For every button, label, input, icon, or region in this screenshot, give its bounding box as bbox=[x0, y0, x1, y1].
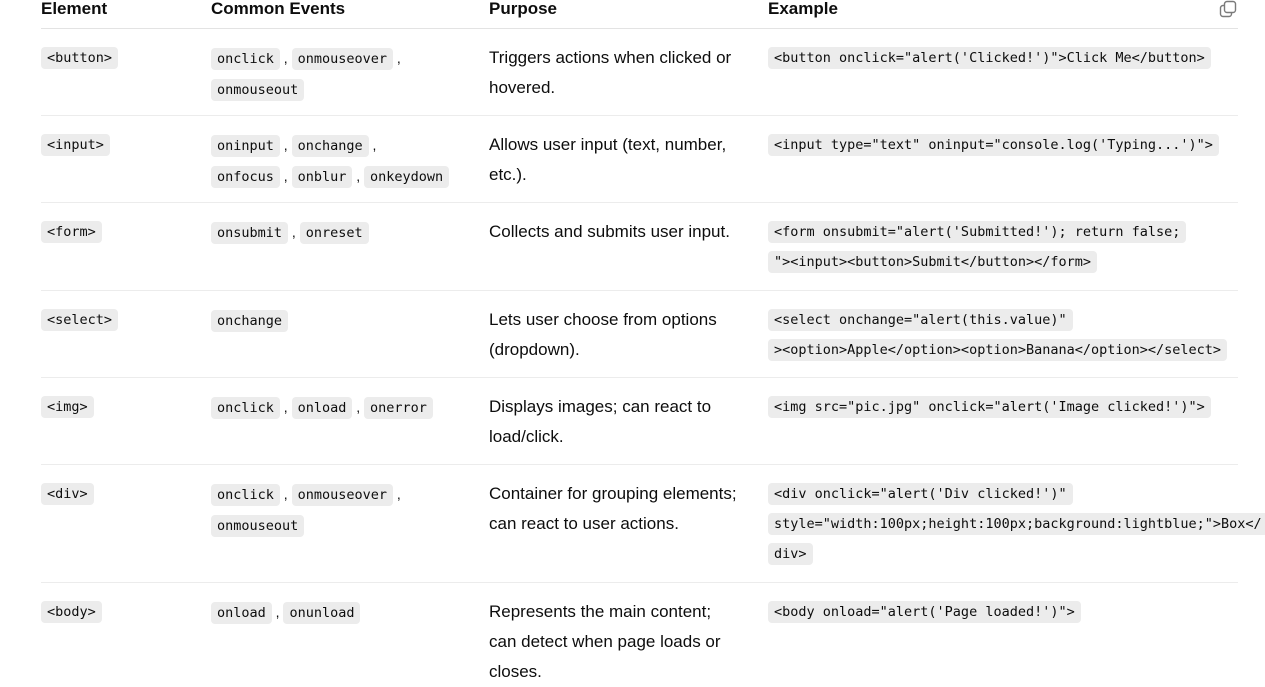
event-name: onmouseout bbox=[211, 515, 305, 537]
purpose-text: Allows user input (text, number, etc.). bbox=[489, 135, 727, 184]
event-name: onfocus bbox=[211, 166, 280, 188]
example-code: <div onclick="alert('Div clicked!')" sty… bbox=[768, 479, 1265, 569]
copy-icon[interactable] bbox=[1218, 0, 1238, 19]
table-header: Element Common Events Purpose Example bbox=[41, 0, 1238, 29]
header-example: Example bbox=[768, 0, 838, 18]
events-cell: onload , onunload bbox=[211, 597, 461, 628]
element-tag: <body> bbox=[41, 601, 102, 623]
event-table: Element Common Events Purpose Example <b… bbox=[41, 0, 1265, 684]
example-code: <input type="text" oninput="console.log(… bbox=[768, 130, 1238, 160]
event-name: onerror bbox=[364, 397, 433, 419]
event-name: onkeydown bbox=[364, 166, 450, 188]
events-cell: onchange bbox=[211, 305, 461, 336]
element-cell: <form> bbox=[41, 217, 102, 247]
example-code: <select onchange="alert(this.value)" ><op… bbox=[768, 305, 1238, 365]
table-row: <button> onclick , onmouseover , onmouseo… bbox=[41, 29, 1238, 116]
events-cell: oninput , onchange , onfocus , onblur , … bbox=[211, 130, 461, 192]
element-cell: <button> bbox=[41, 43, 119, 73]
event-name: onmouseover bbox=[291, 484, 393, 506]
element-tag: <img> bbox=[41, 396, 94, 418]
event-name: onsubmit bbox=[211, 222, 289, 244]
purpose-text: Collects and submits user input. bbox=[489, 222, 730, 241]
example-code: <body onload="alert('Page loaded!')"> bbox=[768, 597, 1238, 627]
element-cell: <body> bbox=[41, 597, 102, 627]
header-purpose: Purpose bbox=[489, 0, 558, 18]
events-cell: onclick , onmouseover , onmouseout bbox=[211, 43, 461, 105]
example-code: <form onsubmit="alert('Submitted!'); ret… bbox=[768, 217, 1238, 277]
table-row: <body> onload , onunload Represents the ma… bbox=[41, 583, 1238, 684]
element-tag: <button> bbox=[41, 47, 119, 69]
header-element: Element bbox=[41, 0, 108, 18]
purpose-text: Triggers actions when clicked or hovered… bbox=[489, 48, 732, 97]
event-name: onclick bbox=[211, 484, 280, 506]
element-cell: <input> bbox=[41, 130, 110, 160]
element-tag: <form> bbox=[41, 221, 102, 243]
element-cell: <div> bbox=[41, 479, 94, 509]
header-events: Common Events bbox=[211, 0, 346, 18]
event-name: onload bbox=[291, 397, 353, 419]
table-row: <input> oninput , onchange , onfocus , on… bbox=[41, 116, 1238, 203]
event-name: onclick bbox=[211, 48, 280, 70]
events-cell: onsubmit , onreset bbox=[211, 217, 461, 248]
element-cell: <select> bbox=[41, 305, 119, 335]
purpose-text: Represents the main content; can detect … bbox=[489, 602, 721, 681]
event-name: onblur bbox=[291, 166, 353, 188]
table-row: <form> onsubmit , onreset Collects and sub… bbox=[41, 203, 1238, 291]
purpose-text: Displays images; can react to load/click… bbox=[489, 397, 712, 446]
events-cell: onclick , onmouseover , onmouseout bbox=[211, 479, 461, 541]
event-name: onchange bbox=[291, 135, 369, 157]
table-row: <select> onchange Lets user choose from op… bbox=[41, 291, 1238, 378]
event-name: onunload bbox=[283, 602, 361, 624]
event-name: onload bbox=[211, 602, 272, 624]
events-cell: onclick , onload , onerror bbox=[211, 392, 461, 423]
example-code: <button onclick="alert('Clicked!')">Clic… bbox=[768, 43, 1238, 73]
event-name: onchange bbox=[211, 310, 289, 332]
element-tag: <div> bbox=[41, 483, 94, 505]
element-cell: <img> bbox=[41, 392, 94, 422]
element-tag: <select> bbox=[41, 309, 119, 331]
purpose-text: Container for grouping elements; can rea… bbox=[489, 484, 737, 533]
event-name: oninput bbox=[211, 135, 280, 157]
element-tag: <input> bbox=[41, 134, 110, 156]
table-row: <div> onclick , onmouseover , onmouseout C… bbox=[41, 465, 1265, 583]
event-name: onreset bbox=[299, 222, 369, 244]
purpose-text: Lets user choose from options (dropdown)… bbox=[489, 310, 717, 359]
example-code: <img src="pic.jpg" onclick="alert('Image… bbox=[768, 392, 1238, 422]
event-name: onmouseout bbox=[211, 79, 305, 101]
event-name: onmouseover bbox=[291, 48, 393, 70]
table-row: <img> onclick , onload , onerror Displays … bbox=[41, 378, 1238, 465]
event-name: onclick bbox=[211, 397, 280, 419]
table-body: <button> onclick , onmouseover , onmouseo… bbox=[41, 29, 1265, 684]
